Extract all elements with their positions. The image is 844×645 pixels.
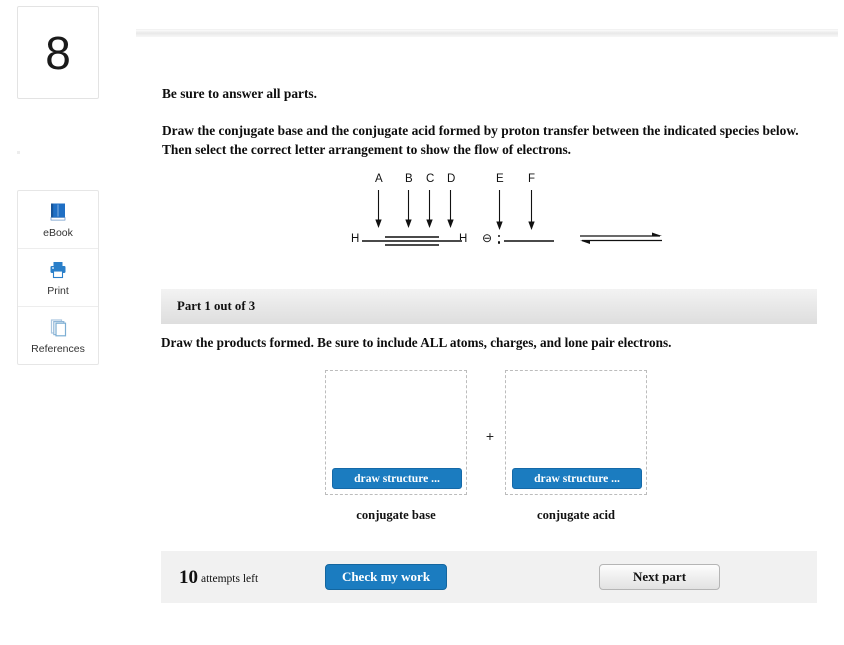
arrow-b-icon bbox=[404, 190, 413, 235]
draw-structure-button-acid[interactable]: draw structure ... bbox=[512, 468, 642, 489]
arrow-f-icon bbox=[527, 190, 536, 237]
attempts-count: 10 bbox=[179, 567, 198, 588]
part-header-bar: Part 1 out of 3 bbox=[161, 289, 817, 324]
conjugate-base-caption: conjugate base bbox=[356, 508, 436, 522]
sidebar-item-references[interactable]: References bbox=[18, 307, 98, 364]
arrow-e-icon bbox=[495, 190, 504, 237]
equilibrium-arrow-icon bbox=[580, 231, 662, 247]
question-prompt: Draw the conjugate base and the conjugat… bbox=[162, 123, 799, 158]
printer-icon bbox=[47, 259, 69, 281]
conjugate-base-column: draw structure ... conjugate base bbox=[325, 370, 467, 523]
draw-structure-button-base[interactable]: draw structure ... bbox=[332, 468, 462, 489]
left-rail: 8 eBook Print References bbox=[0, 0, 130, 645]
sidebar-item-ebook-label: eBook bbox=[43, 226, 73, 239]
conjugate-acid-draw-box[interactable]: draw structure ... bbox=[505, 370, 647, 495]
figure-label-d: D bbox=[447, 173, 456, 186]
top-divider-bar bbox=[136, 29, 838, 37]
bond-line-main bbox=[362, 240, 462, 242]
left-hydrogen-atom: H bbox=[351, 233, 360, 246]
plus-sign: + bbox=[485, 428, 495, 444]
sidebar-item-print[interactable]: Print bbox=[18, 249, 98, 307]
check-my-work-button[interactable]: Check my work bbox=[325, 564, 447, 590]
conjugate-acid-column: draw structure ... conjugate acid bbox=[505, 370, 647, 523]
footer-bar: 10 attempts left Check my work Next part bbox=[161, 551, 817, 603]
right-hydrogen-atom: H bbox=[459, 233, 468, 246]
tool-panel: eBook Print References bbox=[17, 190, 99, 365]
arrow-a-icon bbox=[374, 190, 383, 235]
decorative-mark bbox=[17, 151, 20, 154]
conjugate-base-draw-box[interactable]: draw structure ... bbox=[325, 370, 467, 495]
negative-charge-symbol: ⊖ bbox=[482, 231, 493, 246]
lone-pair-dots-icon bbox=[498, 235, 501, 247]
arrow-c-icon bbox=[425, 190, 434, 235]
part-instruction: Draw the products formed. Be sure to inc… bbox=[161, 335, 672, 350]
question-content: Be sure to answer all parts. Draw the co… bbox=[162, 84, 822, 269]
answer-all-parts-notice: Be sure to answer all parts. bbox=[162, 86, 317, 101]
sidebar-item-ebook[interactable]: eBook bbox=[18, 191, 98, 249]
figure-label-f: F bbox=[528, 173, 536, 186]
attempts-label: attempts left bbox=[201, 573, 259, 585]
references-icon bbox=[47, 317, 69, 339]
sidebar-item-print-label: Print bbox=[47, 284, 69, 297]
figure-label-c: C bbox=[426, 173, 435, 186]
reaction-figure: A B C D E F H H ⊖ bbox=[162, 173, 822, 269]
sidebar-item-references-label: References bbox=[31, 342, 85, 355]
answer-area: draw structure ... conjugate base + draw… bbox=[325, 370, 655, 535]
next-part-button[interactable]: Next part bbox=[599, 564, 720, 590]
arrow-d-icon bbox=[446, 190, 455, 235]
question-number: 8 bbox=[45, 26, 71, 79]
question-number-box: 8 bbox=[17, 6, 99, 99]
conjugate-acid-caption: conjugate acid bbox=[536, 508, 615, 522]
attempts-remaining: 10 attempts left bbox=[179, 567, 258, 589]
figure-label-a: A bbox=[375, 173, 383, 186]
anion-bond-line bbox=[504, 240, 554, 242]
figure-label-e: E bbox=[496, 173, 504, 186]
ebook-icon bbox=[47, 201, 69, 223]
figure-label-b: B bbox=[405, 173, 413, 186]
bond-line-upper bbox=[385, 236, 439, 238]
part-header-label: Part 1 out of 3 bbox=[177, 299, 256, 313]
bond-line-lower bbox=[385, 244, 439, 246]
